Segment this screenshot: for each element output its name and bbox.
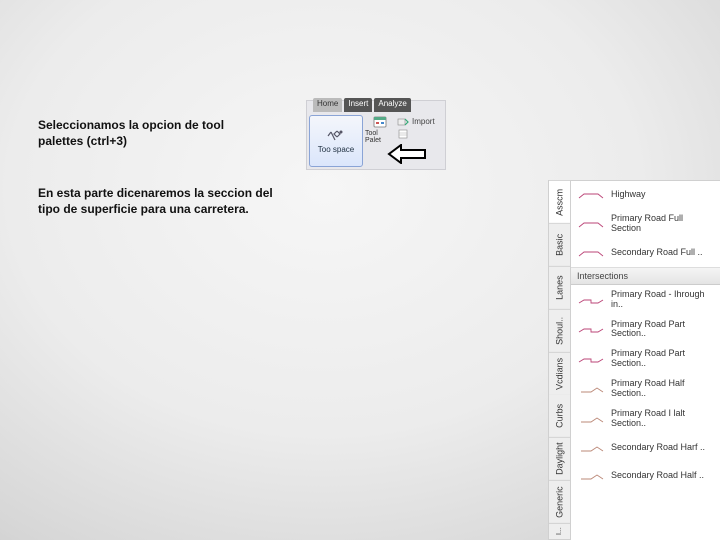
import-icon [397, 116, 409, 126]
tab-generic[interactable]: Generic [549, 481, 570, 524]
palette-item[interactable]: Primary Road I lalt Section.. [571, 404, 720, 434]
palette-item-label: Primary Road Part Section.. [611, 349, 714, 369]
palette-item[interactable]: Primary Road Full Section [571, 209, 720, 239]
palette-group-header: Intersections [571, 267, 720, 285]
section-icon [577, 320, 605, 338]
section-icon [577, 439, 605, 457]
palette-item-label: Primary Road Part Section.. [611, 320, 714, 340]
section-icon [577, 410, 605, 428]
left-arrow-icon [387, 144, 427, 164]
tab-overflow[interactable]: I... [549, 524, 570, 540]
tool-palette: Asscm Basic Lanes Shoul.. Vcdians Curbs … [548, 180, 720, 540]
palette-item[interactable]: Secondary Road Harf .. [571, 434, 720, 462]
toolspace-label: Too space [318, 145, 354, 154]
tab-shoulders[interactable]: Shoul.. [549, 310, 570, 353]
tab-curbs[interactable]: Curbs [549, 395, 570, 438]
palette-item[interactable]: Primary Road - Ihrough in.. [571, 285, 720, 315]
tab-medians[interactable]: Vcdians [549, 353, 570, 396]
section-icon [577, 467, 605, 485]
section-icon [577, 215, 605, 233]
import-button[interactable]: Import [397, 116, 443, 126]
tab-daylight[interactable]: Daylight [549, 438, 570, 481]
palette-item-label: Primary Road Half Section.. [611, 379, 714, 399]
palette-item[interactable]: Primary Road Part Section.. [571, 344, 720, 374]
palette-item[interactable]: Secondary Road Full .. [571, 239, 720, 267]
palette-item-highway[interactable]: Highway [571, 181, 720, 209]
tab-lanes[interactable]: Lanes [549, 267, 570, 310]
palette-icon [373, 116, 387, 128]
instruction-text-1: Seleccionamos la opcion de tool palettes… [38, 117, 258, 149]
palette-item[interactable]: Primary Road Part Section.. [571, 315, 720, 345]
palette-item-label: Primary Road - Ihrough in.. [611, 290, 714, 310]
ribbon-tab-insert[interactable]: Insert [344, 98, 372, 112]
import-label: Import [412, 117, 435, 126]
section-icon [577, 244, 605, 262]
section-icon [577, 380, 605, 398]
tab-basic[interactable]: Basic [549, 224, 570, 267]
palette-item-label: Secondary Road Harf .. [611, 443, 705, 453]
palette-item-label: Secondary Road Half .. [611, 471, 704, 481]
palette-item-label: Primary Road I lalt Section.. [611, 409, 714, 429]
instruction-text-2: En esta parte dicenaremos la seccion del… [38, 185, 278, 217]
toolspace-icon [326, 128, 346, 144]
ribbon-tabs: Home Insert Analyze [313, 98, 411, 112]
palette-item[interactable]: Primary Road Half Section.. [571, 374, 720, 404]
palette-item-label: Highway [611, 190, 646, 200]
section-icon [577, 186, 605, 204]
palette-item-label: Secondary Road Full .. [611, 248, 703, 258]
sheet-icon [397, 129, 409, 139]
section-icon [577, 350, 605, 368]
palette-body: Highway Primary Road Full Section Second… [571, 181, 720, 540]
import-row-2[interactable] [397, 129, 443, 139]
ribbon-tab-analyze[interactable]: Analyze [374, 98, 410, 112]
toolspace-button[interactable]: Too space [309, 115, 363, 167]
ribbon-tab-home[interactable]: Home [313, 98, 342, 112]
palette-item[interactable]: Secondary Road Half .. [571, 462, 720, 490]
section-icon [577, 291, 605, 309]
palette-item-label: Primary Road Full Section [611, 214, 714, 234]
tab-asscm[interactable]: Asscm [549, 181, 570, 224]
toolpalettes-label: Tool Palet [365, 130, 395, 144]
palette-tab-column: Asscm Basic Lanes Shoul.. Vcdians Curbs … [549, 181, 571, 540]
